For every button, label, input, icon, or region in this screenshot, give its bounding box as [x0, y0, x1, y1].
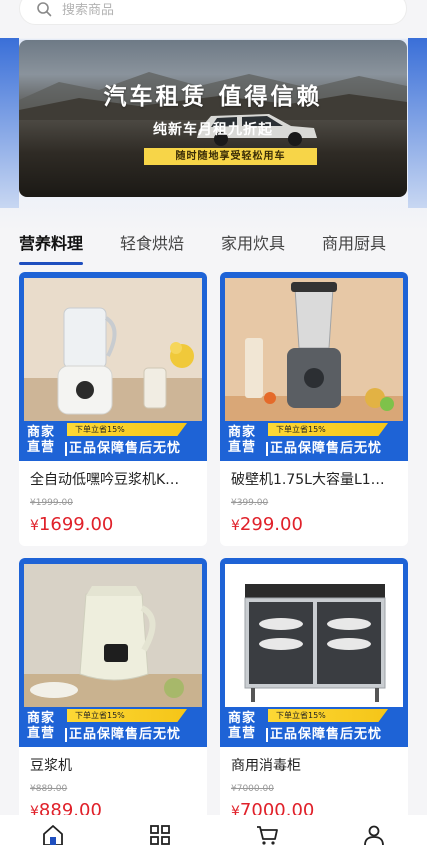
disinfection-cabinet-icon	[225, 564, 403, 719]
product-price: ¥299.00	[231, 514, 303, 535]
nav-cart[interactable]	[253, 823, 281, 845]
search-input[interactable]: 搜索商品	[19, 0, 407, 25]
product-card[interactable]: 商家 直营 下单立省15% 正品保障售后无忧 破壁机1.75L大容量L1… ¥39…	[220, 272, 408, 546]
merchant-badge-line2: 直营	[228, 440, 257, 455]
merchant-badge-line1: 商家	[27, 425, 56, 440]
search-icon	[37, 1, 52, 16]
price-value: 299.00	[239, 514, 303, 535]
product-original-price: ¥889.00	[30, 784, 68, 794]
category-tabs: 营养料理 轻食烘焙 家用炊具 商用厨具	[19, 230, 427, 265]
nav-category[interactable]	[146, 823, 174, 845]
tab-household-cookware[interactable]: 家用炊具	[221, 230, 285, 260]
merchant-badge-line2: 直营	[228, 726, 257, 741]
nav-profile[interactable]	[360, 823, 388, 845]
home-icon	[43, 825, 64, 845]
cart-icon	[256, 826, 278, 845]
merchant-badge: 商家 直营	[21, 708, 63, 744]
header-accent-right	[408, 38, 427, 208]
soymilk-maker-icon	[24, 564, 202, 719]
discount-badge: 下单立省15%	[268, 423, 388, 436]
discount-badge: 下单立省15%	[67, 423, 187, 436]
guarantee-badge: 正品保障售后无忧	[266, 725, 408, 745]
product-card[interactable]: 商家 直营 下单立省15% 正品保障售后无忧 豆浆机 ¥889.00 ¥889.0…	[19, 558, 207, 832]
merchant-badge: 商家 直营	[222, 708, 264, 744]
product-original-price: ¥7000.00	[231, 784, 274, 794]
banner-tag: 随时随地享受轻松用车	[144, 148, 317, 165]
search-placeholder: 搜索商品	[62, 3, 115, 18]
product-name: 豆浆机	[30, 758, 72, 774]
tab-commercial-kitchen[interactable]: 商用厨具	[322, 230, 386, 260]
merchant-badge-line2: 直营	[27, 440, 56, 455]
price-currency: ¥	[30, 518, 39, 534]
tab-nutrition-cooking[interactable]: 营养料理	[19, 230, 84, 265]
price-currency: ¥	[231, 518, 240, 534]
merchant-badge: 商家 直营	[21, 422, 63, 458]
merchant-badge-line1: 商家	[27, 711, 56, 726]
product-original-price: ¥399.00	[231, 498, 269, 508]
product-card[interactable]: 商家 直营 下单立省15% 正品保障售后无忧 全自动低嘿吟豆浆机K… ¥1999.…	[19, 272, 207, 546]
product-original-price: ¥1999.00	[30, 498, 73, 508]
blender-icon	[225, 278, 403, 433]
product-price: ¥1699.00	[30, 514, 113, 535]
category-icon	[150, 825, 171, 845]
product-name: 全自动低嘿吟豆浆机K…	[30, 472, 180, 488]
merchant-badge-line1: 商家	[228, 425, 257, 440]
nav-home[interactable]	[39, 823, 67, 845]
product-name: 商用消毒柜	[231, 758, 301, 774]
tab-light-baking[interactable]: 轻食烘焙	[120, 230, 184, 260]
merchant-badge: 商家 直营	[222, 422, 264, 458]
product-name: 破壁机1.75L大容量L1…	[231, 472, 385, 488]
price-value: 1699.00	[38, 514, 114, 535]
bottom-navigation	[0, 815, 427, 845]
discount-badge: 下单立省15%	[67, 709, 187, 722]
guarantee-badge: 正品保障售后无忧	[65, 725, 207, 745]
banner-title: 汽车租赁 值得信赖	[103, 84, 323, 110]
promo-banner[interactable]: 汽车租赁 值得信赖 纯新车月租九折起 随时随地享受轻松用车	[19, 40, 407, 197]
guarantee-badge: 正品保障售后无忧	[65, 439, 207, 459]
merchant-badge-line1: 商家	[228, 711, 257, 726]
profile-icon	[363, 825, 384, 845]
header-accent-left	[0, 38, 19, 208]
discount-badge: 下单立省15%	[268, 709, 388, 722]
guarantee-badge: 正品保障售后无忧	[266, 439, 408, 459]
banner-subtitle: 纯新车月租九折起	[153, 122, 273, 138]
product-card[interactable]: 商家 直营 下单立省15% 正品保障售后无忧 商用消毒柜 ¥7000.00 ¥70…	[220, 558, 408, 832]
soymilk-maker-icon	[24, 278, 202, 433]
merchant-badge-line2: 直营	[27, 726, 56, 741]
